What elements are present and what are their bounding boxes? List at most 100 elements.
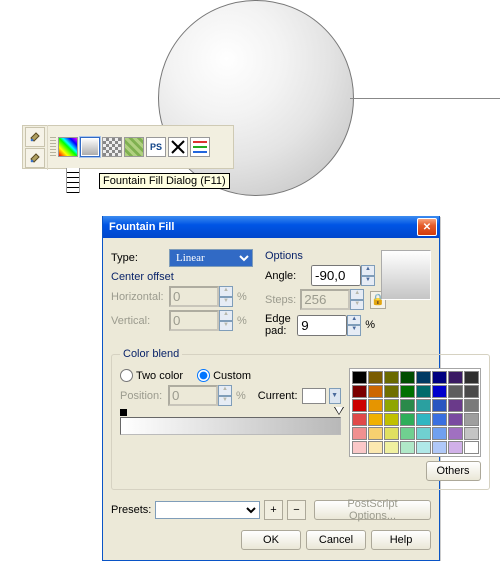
palette-swatch[interactable] [352, 371, 367, 384]
cancel-button[interactable]: Cancel [306, 530, 366, 550]
steps-label: Steps: [265, 294, 296, 306]
palette-swatch[interactable] [448, 413, 463, 426]
pct-label: % [237, 315, 247, 327]
current-dropdown-icon[interactable]: ▼ [329, 388, 341, 404]
fountain-fill-icon[interactable] [80, 137, 100, 157]
palette-swatch[interactable] [352, 385, 367, 398]
palette-swatch[interactable] [464, 427, 479, 440]
guide-horizontal [350, 98, 500, 99]
palette-swatch[interactable] [448, 427, 463, 440]
palette-swatch[interactable] [384, 399, 399, 412]
pattern-fill-icon[interactable] [102, 137, 122, 157]
palette-swatch[interactable] [384, 413, 399, 426]
palette-swatch[interactable] [416, 441, 431, 454]
presets-label: Presets: [111, 504, 151, 516]
color-palette[interactable] [349, 368, 481, 457]
palette-swatch[interactable] [400, 371, 415, 384]
palette-swatch[interactable] [448, 441, 463, 454]
postscript-fill-icon[interactable]: PS [146, 137, 166, 157]
palette-swatch[interactable] [384, 385, 399, 398]
palette-swatch[interactable] [416, 399, 431, 412]
tooltip: Fountain Fill Dialog (F11) [99, 173, 230, 189]
steps-spinner: ▲▼ [300, 289, 364, 310]
fountain-fill-dialog: Fountain Fill ✕ Type: Linear Center offs… [102, 216, 440, 561]
presets-select[interactable] [155, 501, 260, 519]
close-button[interactable]: ✕ [417, 218, 437, 236]
current-color-swatch[interactable] [302, 388, 326, 404]
palette-swatch[interactable] [352, 427, 367, 440]
angle-spinner[interactable]: ▲▼ [311, 265, 375, 286]
toolbar-grip-icon[interactable] [50, 137, 56, 157]
palette-swatch[interactable] [352, 399, 367, 412]
gradient-preview [381, 250, 431, 300]
others-button[interactable]: Others [426, 461, 481, 481]
current-label: Current: [258, 390, 298, 402]
palette-swatch[interactable] [352, 441, 367, 454]
palette-swatch[interactable] [416, 385, 431, 398]
no-fill-icon[interactable] [168, 137, 188, 157]
palette-swatch[interactable] [400, 427, 415, 440]
gradient-editor[interactable] [120, 409, 341, 435]
palette-swatch[interactable] [368, 399, 383, 412]
palette-swatch[interactable] [432, 413, 447, 426]
palette-swatch[interactable] [368, 371, 383, 384]
palette-swatch[interactable] [464, 371, 479, 384]
custom-radio[interactable]: Custom [197, 369, 251, 382]
color-blend-group: Color blend Two color Custom Position: ▲… [111, 348, 490, 490]
type-label: Type: [111, 252, 165, 264]
vertical-label: Vertical: [111, 315, 165, 327]
palette-swatch[interactable] [432, 441, 447, 454]
help-button[interactable]: Help [371, 530, 431, 550]
vertical-spinner: ▲▼ [169, 310, 233, 331]
ok-button[interactable]: OK [241, 530, 301, 550]
close-icon: ✕ [423, 222, 431, 233]
texture-fill-icon[interactable] [124, 137, 144, 157]
fill-bucket-2-icon[interactable] [25, 148, 45, 168]
palette-swatch[interactable] [432, 427, 447, 440]
palette-swatch[interactable] [432, 371, 447, 384]
fill-toolbar: PS [22, 125, 234, 169]
postscript-options-button: PostScript Options... [314, 500, 431, 520]
edgepad-label: Edge pad: [265, 313, 293, 337]
palette-swatch[interactable] [464, 413, 479, 426]
preset-add-button[interactable]: + [264, 500, 283, 520]
two-color-radio[interactable]: Two color [120, 369, 183, 382]
palette-swatch[interactable] [432, 385, 447, 398]
palette-swatch[interactable] [368, 385, 383, 398]
palette-swatch[interactable] [448, 371, 463, 384]
horizontal-label: Horizontal: [111, 291, 165, 303]
palette-swatch[interactable] [416, 427, 431, 440]
uniform-fill-icon[interactable] [58, 137, 78, 157]
palette-swatch[interactable] [464, 385, 479, 398]
pct-label: % [365, 319, 375, 331]
palette-swatch[interactable] [368, 441, 383, 454]
preset-remove-button[interactable]: − [287, 500, 306, 520]
palette-swatch[interactable] [384, 371, 399, 384]
options-title: Options [265, 250, 375, 262]
palette-swatch[interactable] [432, 399, 447, 412]
palette-swatch[interactable] [400, 385, 415, 398]
edgepad-spinner[interactable]: ▲▼ [297, 315, 361, 336]
color-docker-icon[interactable] [190, 137, 210, 157]
palette-swatch[interactable] [384, 441, 399, 454]
palette-swatch[interactable] [448, 385, 463, 398]
palette-swatch[interactable] [416, 413, 431, 426]
palette-swatch[interactable] [448, 399, 463, 412]
fill-bucket-1-icon[interactable] [25, 127, 45, 147]
palette-swatch[interactable] [400, 441, 415, 454]
position-spinner: ▲▼ [168, 385, 232, 406]
palette-swatch[interactable] [464, 399, 479, 412]
titlebar[interactable]: Fountain Fill ✕ [103, 216, 439, 238]
palette-swatch[interactable] [384, 427, 399, 440]
palette-swatch[interactable] [368, 427, 383, 440]
palette-swatch[interactable] [464, 441, 479, 454]
palette-swatch[interactable] [400, 413, 415, 426]
spin-down-icon: ▼ [219, 297, 233, 308]
type-select[interactable]: Linear [169, 249, 253, 267]
palette-swatch[interactable] [416, 371, 431, 384]
palette-swatch[interactable] [368, 413, 383, 426]
angle-label: Angle: [265, 270, 307, 282]
palette-swatch[interactable] [400, 399, 415, 412]
center-offset-title: Center offset [111, 271, 259, 283]
palette-swatch[interactable] [352, 413, 367, 426]
